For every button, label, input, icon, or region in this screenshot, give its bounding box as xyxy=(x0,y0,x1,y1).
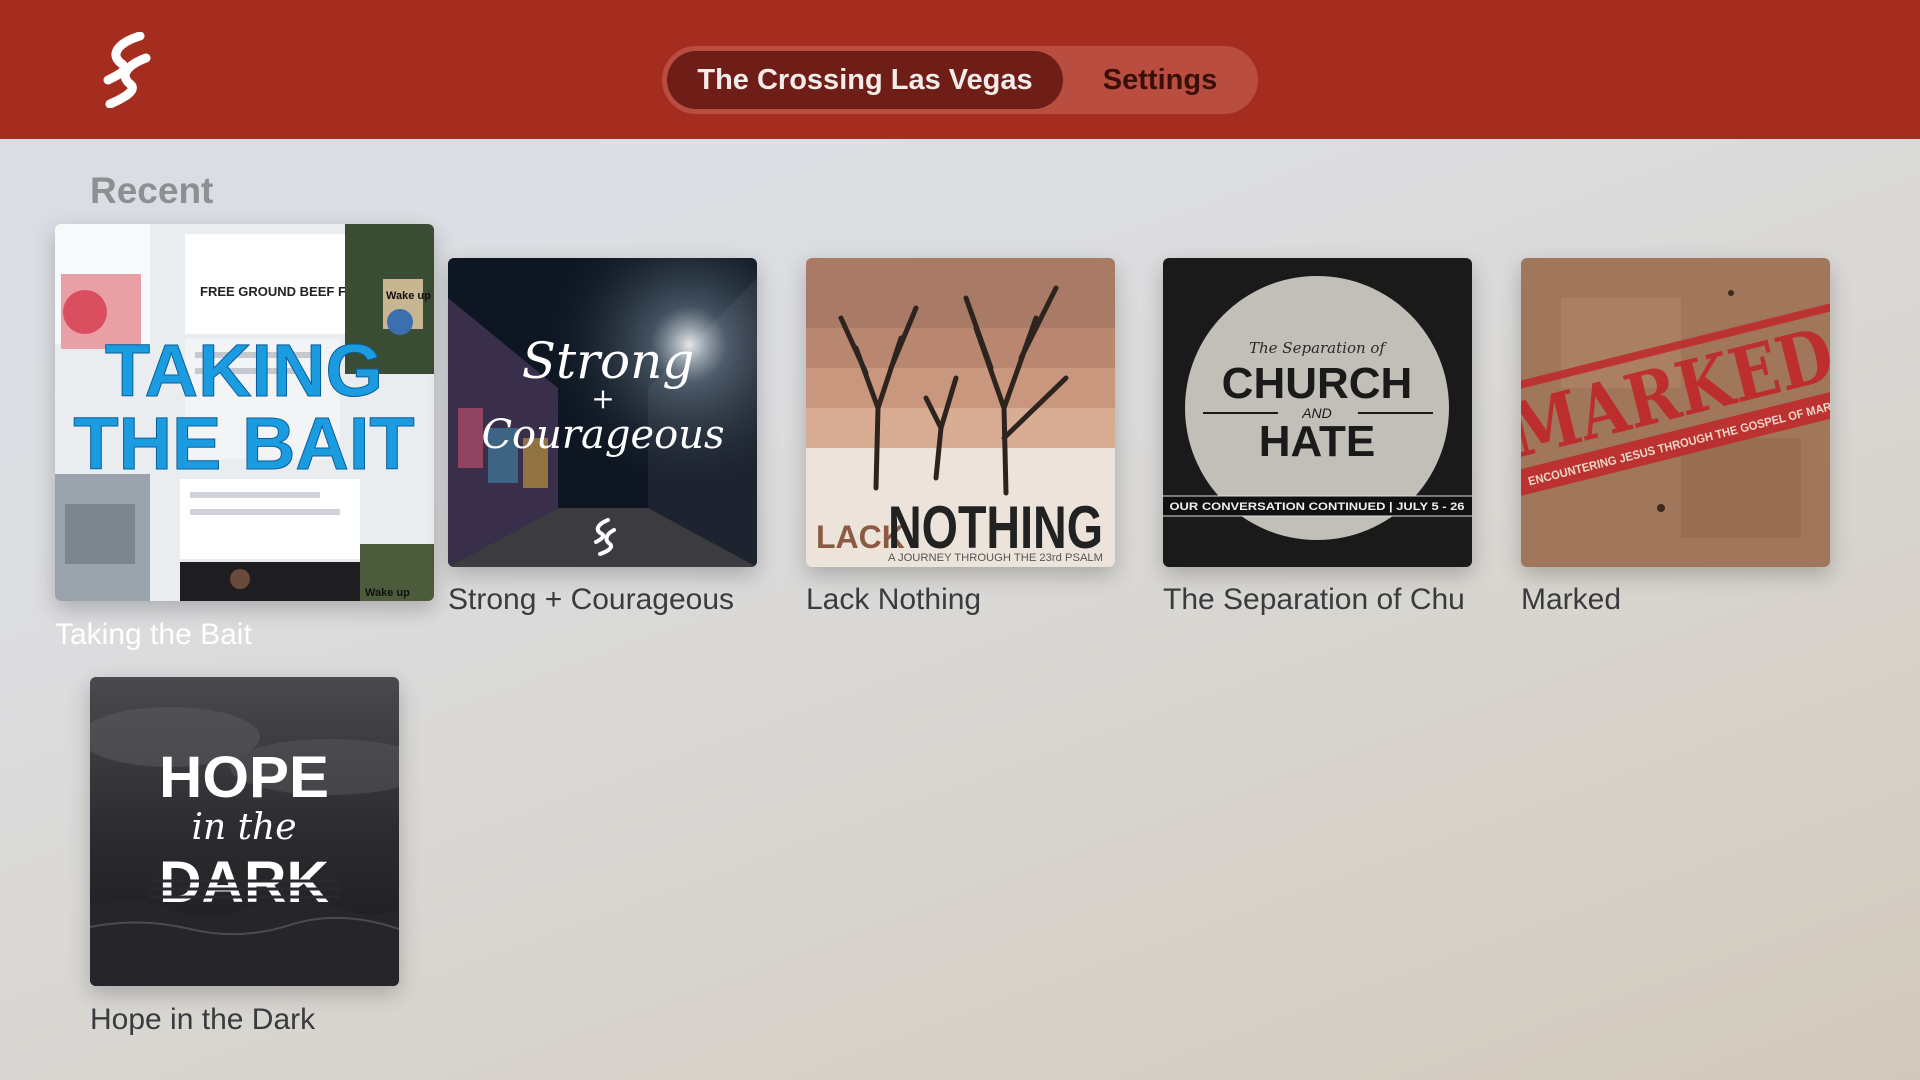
svg-text:The Separation of: The Separation of xyxy=(1249,339,1387,357)
svg-text:CHURCH: CHURCH xyxy=(1222,359,1413,408)
series-artwork: The Separation of CHURCH AND HATE OUR CO… xyxy=(1163,258,1472,567)
svg-text:+: + xyxy=(591,382,614,415)
svg-text:TAKING: TAKING xyxy=(105,329,383,412)
svg-text:A JOURNEY THROUGH THE 23rd PSA: A JOURNEY THROUGH THE 23rd PSALM xyxy=(888,552,1103,564)
svg-text:THE BAIT: THE BAIT xyxy=(73,402,414,485)
top-tab-bar: The Crossing Las Vegas Settings xyxy=(662,46,1258,114)
series-artwork: Strong + Courageous xyxy=(448,258,757,567)
series-title: Lack Nothing xyxy=(806,583,982,616)
top-bar: The Crossing Las Vegas Settings xyxy=(0,0,1920,139)
svg-text:HATE: HATE xyxy=(1259,417,1376,466)
series-title: The Separation of Chu xyxy=(1163,583,1465,616)
tab-settings[interactable]: Settings xyxy=(1066,51,1254,109)
crossing-logo-icon xyxy=(100,31,154,109)
svg-text:NOTHING: NOTHING xyxy=(888,494,1103,561)
svg-text:OUR CONVERSATION CONTINUED | J: OUR CONVERSATION CONTINUED | JULY 5 - 26 xyxy=(1170,501,1465,513)
svg-text:Wake up: Wake up xyxy=(386,290,431,302)
series-artwork: MARKED ENCOUNTERING JESUS THROUGH THE GO… xyxy=(1521,258,1830,567)
series-artwork: LACK NOTHING A JOURNEY THROUGH THE 23rd … xyxy=(806,258,1115,567)
section-title-recent: Recent xyxy=(90,170,214,211)
series-artwork: FREE GROUND BEEF FOR LIFE Wake up Wake u… xyxy=(55,224,434,601)
svg-text:Wake up: Wake up xyxy=(365,587,410,599)
tab-the-crossing-las-vegas[interactable]: The Crossing Las Vegas xyxy=(667,51,1063,109)
series-artwork: HOPE in the DARK xyxy=(90,677,399,986)
svg-text:in the: in the xyxy=(191,807,296,848)
series-title: Marked xyxy=(1521,583,1622,616)
series-title: Taking the Bait xyxy=(55,618,252,651)
svg-text:HOPE: HOPE xyxy=(159,745,329,810)
svg-text:Courageous: Courageous xyxy=(481,412,724,458)
series-title: Strong + Courageous xyxy=(448,583,735,616)
series-title: Hope in the Dark xyxy=(90,1003,316,1036)
